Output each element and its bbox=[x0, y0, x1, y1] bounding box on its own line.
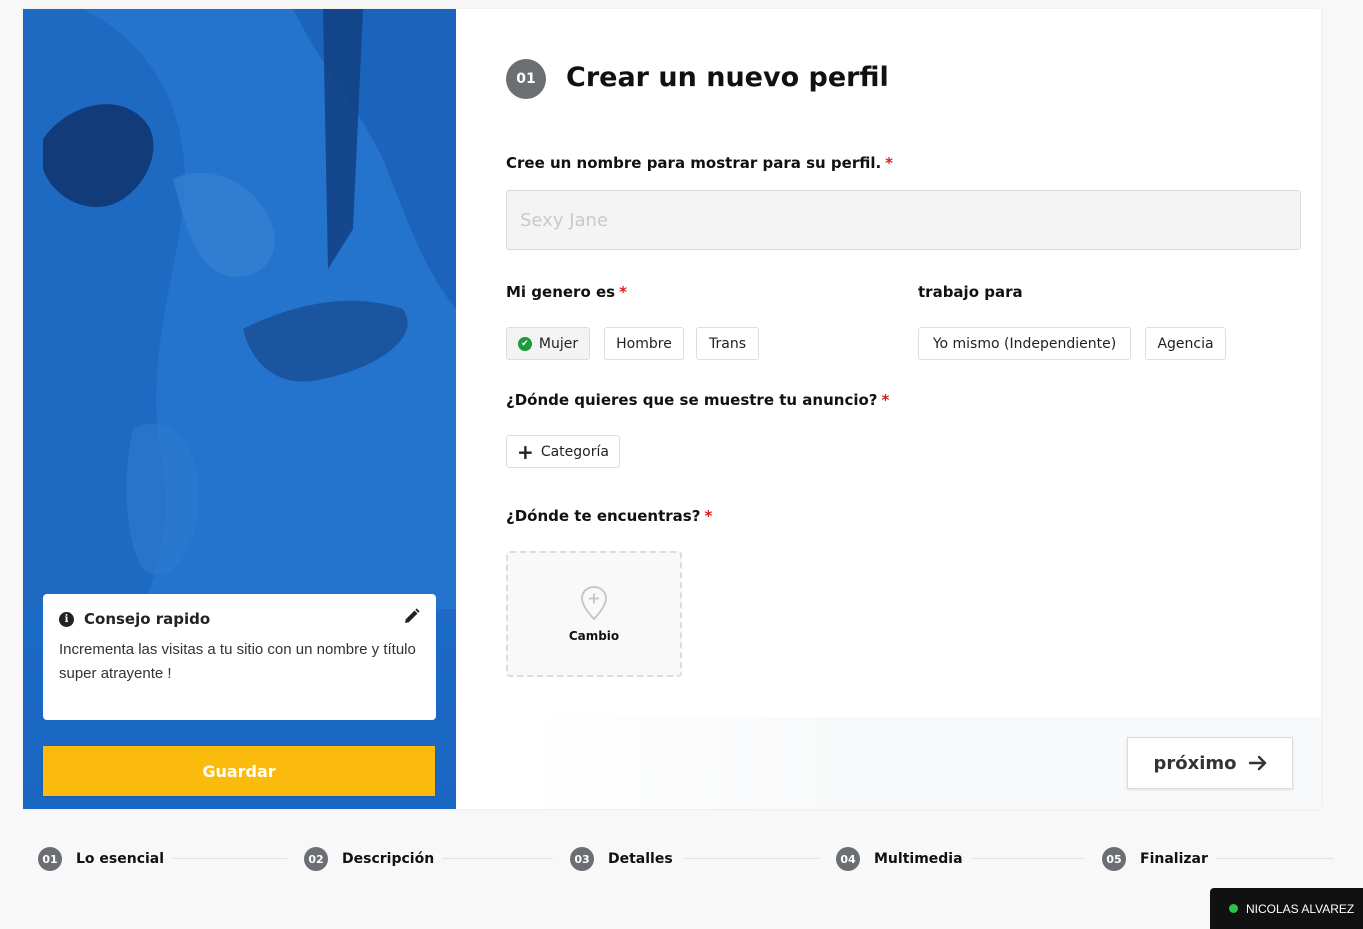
step-label: Multimedia bbox=[874, 851, 963, 867]
step-finalizar[interactable]: 05 Finalizar bbox=[1102, 847, 1208, 871]
user-name: NICOLAS ALVAREZ bbox=[1246, 901, 1355, 916]
display-name-input[interactable] bbox=[506, 190, 1301, 250]
gender-option-trans[interactable]: Trans bbox=[696, 327, 759, 360]
change-location-button[interactable]: Cambio bbox=[506, 551, 682, 677]
next-button[interactable]: próximo bbox=[1127, 737, 1293, 789]
user-status-badge[interactable]: NICOLAS ALVAREZ bbox=[1210, 888, 1363, 929]
step-label: Detalles bbox=[608, 851, 673, 867]
step-lo-esencial[interactable]: 01 Lo esencial bbox=[38, 847, 164, 871]
save-button[interactable]: Guardar bbox=[43, 746, 435, 796]
step-number: 02 bbox=[304, 847, 328, 871]
work-option-agency[interactable]: Agencia bbox=[1145, 327, 1226, 360]
add-category-button[interactable]: + Categoría bbox=[506, 435, 620, 468]
step-number: 05 bbox=[1102, 847, 1126, 871]
work-for-label: trabajo para bbox=[918, 283, 1023, 301]
required-mark: * bbox=[704, 507, 713, 525]
display-name-label: Cree un nombre para mostrar para su perf… bbox=[506, 154, 894, 172]
info-icon: i bbox=[59, 611, 74, 627]
map-pin-plus-icon bbox=[581, 586, 607, 621]
page-title: Crear un nuevo perfil bbox=[566, 62, 889, 93]
gender-option-hombre[interactable]: Hombre bbox=[604, 327, 684, 360]
step-divider bbox=[1216, 858, 1334, 859]
progress-steps: 01 Lo esencial 02 Descripción 03 Detalle… bbox=[38, 847, 1338, 871]
change-location-label: Cambio bbox=[568, 629, 620, 643]
hero-image bbox=[23, 9, 456, 609]
arrow-right-icon bbox=[1248, 755, 1266, 771]
profile-card: i Consejo rapido Incrementa las visitas … bbox=[23, 9, 1321, 809]
required-mark: * bbox=[881, 391, 890, 409]
check-circle-icon: ✔ bbox=[517, 336, 532, 351]
step-label: Descripción bbox=[342, 851, 435, 867]
step-divider bbox=[173, 858, 287, 859]
step-label: Finalizar bbox=[1140, 851, 1208, 867]
step-divider bbox=[971, 858, 1085, 859]
required-mark: * bbox=[885, 154, 894, 172]
location-label: ¿Dónde te encuentras? * bbox=[506, 507, 713, 525]
pencil-icon[interactable] bbox=[403, 608, 420, 629]
form-panel: 01 Crear un nuevo perfil Cree un nombre … bbox=[456, 9, 1321, 809]
gender-option-mujer[interactable]: ✔ Mujer bbox=[506, 327, 590, 360]
gender-label: Mi genero es * bbox=[506, 283, 627, 301]
hero-panel: i Consejo rapido Incrementa las visitas … bbox=[23, 9, 456, 809]
ad-placement-label: ¿Dónde quieres que se muestre tu anuncio… bbox=[506, 391, 890, 409]
step-descripcion[interactable]: 02 Descripción bbox=[304, 847, 434, 871]
plus-icon: + bbox=[517, 439, 534, 464]
step-number: 04 bbox=[836, 847, 860, 871]
online-status-icon bbox=[1229, 904, 1238, 913]
work-option-independent[interactable]: Yo mismo (Independiente) bbox=[918, 327, 1131, 360]
tip-title: Consejo rapido bbox=[84, 610, 211, 628]
step-label: Lo esencial bbox=[76, 851, 165, 867]
step-number-badge: 01 bbox=[506, 59, 546, 99]
step-number: 01 bbox=[38, 847, 62, 871]
step-multimedia[interactable]: 04 Multimedia bbox=[836, 847, 963, 871]
step-number: 03 bbox=[570, 847, 594, 871]
tip-text: Incrementa las visitas a tu sitio con un… bbox=[59, 641, 416, 682]
step-detalles[interactable]: 03 Detalles bbox=[570, 847, 673, 871]
quick-tip-card: i Consejo rapido Incrementa las visitas … bbox=[43, 594, 436, 720]
step-divider bbox=[683, 858, 819, 859]
step-divider bbox=[442, 858, 553, 859]
required-mark: * bbox=[619, 283, 627, 301]
